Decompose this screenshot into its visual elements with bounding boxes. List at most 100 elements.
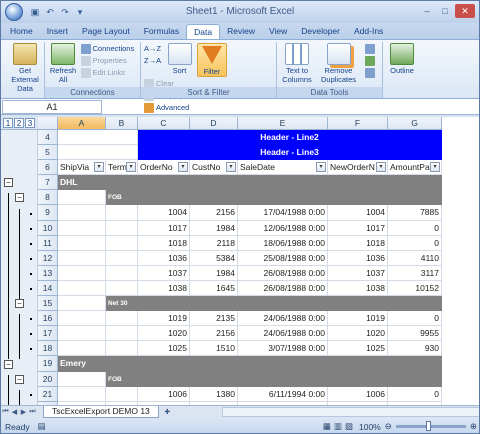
cell[interactable]: 3/07/1988 0:00: [238, 341, 328, 357]
filter-dropdown-icon[interactable]: ▾: [376, 162, 386, 173]
cell[interactable]: 1984: [190, 265, 238, 281]
cell[interactable]: [58, 311, 106, 327]
sort-ascending-button[interactable]: A→Z: [144, 43, 161, 54]
row-header[interactable]: 17: [38, 326, 58, 342]
cell[interactable]: 930: [388, 341, 442, 357]
cell[interactable]: 24/06/1988 0:00: [238, 326, 328, 342]
cell[interactable]: [106, 311, 138, 327]
row-header[interactable]: 5: [38, 145, 58, 161]
cell[interactable]: 1037: [328, 265, 388, 281]
cell[interactable]: [106, 280, 138, 297]
tab-review[interactable]: Review: [220, 24, 262, 39]
row-header[interactable]: 16: [38, 311, 58, 327]
cell[interactable]: [58, 190, 106, 206]
get-external-data-button[interactable]: Get External Data: [6, 43, 44, 93]
row-header[interactable]: 18: [38, 341, 58, 357]
cell[interactable]: 0: [388, 235, 442, 251]
header-banner[interactable]: Header - Line2: [138, 130, 442, 146]
header-banner[interactable]: Header - Line3: [138, 145, 442, 161]
cell[interactable]: 1017: [328, 220, 388, 236]
collapse-subgroup-icon[interactable]: −: [15, 374, 24, 384]
cell[interactable]: 12/06/1988 0:00: [238, 220, 328, 236]
horizontal-scrollbar[interactable]: [221, 407, 479, 417]
cell[interactable]: 0: [388, 220, 442, 236]
data-validation-button[interactable]: [365, 43, 376, 54]
row-header[interactable]: 20: [38, 371, 58, 387]
cell[interactable]: 1510: [190, 341, 238, 357]
prev-sheet-icon[interactable]: ◀: [10, 408, 19, 416]
cell[interactable]: [58, 220, 106, 236]
collapse-subgroup-icon[interactable]: −: [15, 193, 24, 203]
outline-button[interactable]: Outline: [386, 43, 418, 75]
cell[interactable]: [58, 205, 106, 221]
cell[interactable]: 1645: [190, 280, 238, 297]
cell[interactable]: [106, 220, 138, 236]
cell[interactable]: 1004: [138, 205, 190, 221]
refresh-all-button[interactable]: Refresh All: [48, 43, 78, 84]
last-sheet-icon[interactable]: ⏭: [28, 408, 37, 416]
cell[interactable]: [106, 205, 138, 221]
row-header[interactable]: 4: [38, 130, 58, 146]
group-header-shipvia[interactable]: Emery: [58, 356, 442, 372]
group-header-term[interactable]: FOB: [106, 190, 442, 206]
cell[interactable]: 18/06/1988 0:00: [238, 235, 328, 251]
cell[interactable]: 1038: [138, 280, 190, 297]
column-filter-header[interactable]: ShipVia ▾: [58, 160, 106, 176]
row-header[interactable]: 9: [38, 205, 58, 221]
row-header[interactable]: 10: [38, 220, 58, 236]
column-header-g[interactable]: G: [388, 117, 442, 130]
maximize-icon[interactable]: □: [437, 4, 453, 18]
cell[interactable]: [58, 386, 106, 402]
cell[interactable]: 3117: [388, 265, 442, 281]
page-break-view-icon[interactable]: ▧: [345, 421, 353, 432]
cell[interactable]: 25/08/1988 0:00: [238, 250, 328, 266]
edit-links-button[interactable]: Edit Links: [80, 67, 135, 78]
row-header[interactable]: 11: [38, 235, 58, 251]
connections-button[interactable]: Connections: [80, 43, 134, 54]
zoom-slider[interactable]: [395, 421, 466, 431]
collapse-group-icon[interactable]: −: [4, 178, 13, 188]
zoom-level[interactable]: 100%: [359, 422, 381, 432]
select-all-corner[interactable]: [38, 117, 58, 130]
row-header[interactable]: 12: [38, 250, 58, 266]
filter-dropdown-icon[interactable]: ▾: [226, 162, 236, 173]
cell[interactable]: 1019: [328, 311, 388, 327]
what-if-analysis-button[interactable]: [365, 67, 376, 78]
group-header-shipvia[interactable]: DHL: [58, 175, 442, 191]
cell[interactable]: [58, 235, 106, 251]
cell[interactable]: [58, 296, 106, 312]
cell[interactable]: 0: [388, 386, 442, 402]
cell[interactable]: 1006: [138, 386, 190, 402]
name-box[interactable]: A1: [2, 99, 102, 114]
cell[interactable]: [106, 326, 138, 342]
cell[interactable]: [58, 341, 106, 357]
row-header[interactable]: 7: [38, 175, 58, 191]
cell[interactable]: [58, 326, 106, 342]
insert-sheet-icon[interactable]: ✚: [163, 408, 172, 416]
cell[interactable]: 6/11/1994 0:00: [238, 386, 328, 402]
cell[interactable]: 1037: [138, 265, 190, 281]
cell[interactable]: 1025: [138, 341, 190, 357]
cell[interactable]: 26/08/1988 0:00: [238, 265, 328, 281]
cell[interactable]: 1006: [328, 386, 388, 402]
row-header[interactable]: 15: [38, 296, 58, 312]
cell[interactable]: 5384: [190, 250, 238, 266]
cell[interactable]: 1984: [190, 220, 238, 236]
cell[interactable]: 4110: [388, 250, 442, 266]
outline-level-3-button[interactable]: 3: [25, 118, 35, 128]
cell[interactable]: [106, 265, 138, 281]
cell[interactable]: 2118: [190, 235, 238, 251]
cell[interactable]: 1038: [328, 280, 388, 297]
cell[interactable]: 1036: [138, 250, 190, 266]
sort-descending-button[interactable]: Z→A: [144, 55, 161, 66]
collapse-subgroup-icon[interactable]: −: [15, 299, 24, 309]
cell[interactable]: 1019: [138, 311, 190, 327]
outline-level-2-button[interactable]: 2: [14, 118, 24, 128]
column-filter-header[interactable]: SaleDate ▾: [238, 160, 328, 176]
filter-dropdown-icon[interactable]: ▾: [430, 162, 440, 173]
cell[interactable]: 26/08/1988 0:00: [238, 280, 328, 297]
outline-level-1-button[interactable]: 1: [3, 118, 13, 128]
close-icon[interactable]: ✕: [455, 4, 475, 18]
cell[interactable]: [58, 145, 138, 161]
remove-duplicates-button[interactable]: Remove Duplicates: [317, 43, 361, 84]
